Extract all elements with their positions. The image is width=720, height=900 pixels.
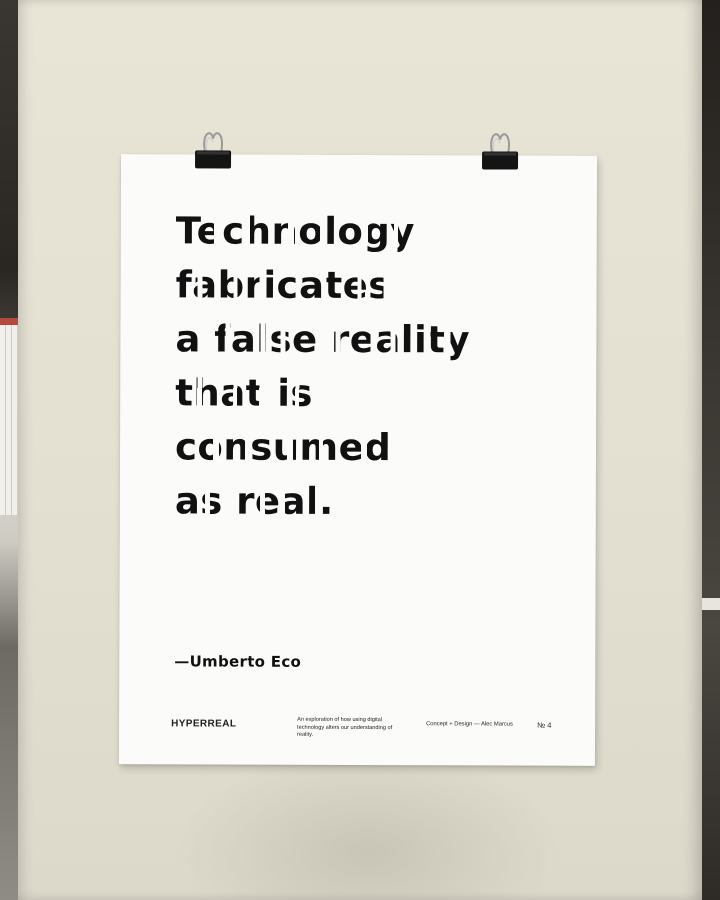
quote-line: fabricates	[175, 263, 391, 308]
quote-line: a false reality	[175, 317, 471, 362]
quote: Technology fabricates a false reality th…	[175, 204, 556, 529]
quote-line: that is	[175, 371, 314, 415]
quote-line: consumed	[174, 425, 392, 470]
design-credit: Concept + Design — Alec Marcus	[426, 721, 513, 728]
poster-footer: HYPERREAL An exploration of how using di…	[171, 716, 571, 757]
quote-attribution: —Umberto Eco	[174, 652, 302, 671]
quote-line: as real.	[174, 479, 334, 523]
binder-clip-icon	[482, 133, 519, 170]
series-title: HYPERREAL	[171, 718, 237, 730]
quote-line: Technology	[175, 209, 416, 254]
poster: Technology fabricates a false reality th…	[118, 132, 598, 766]
binder-clip-icon	[195, 132, 232, 169]
poster-number: № 4	[537, 720, 552, 730]
series-description: An exploration of how using digital tech…	[297, 716, 393, 738]
background-window	[0, 325, 18, 515]
